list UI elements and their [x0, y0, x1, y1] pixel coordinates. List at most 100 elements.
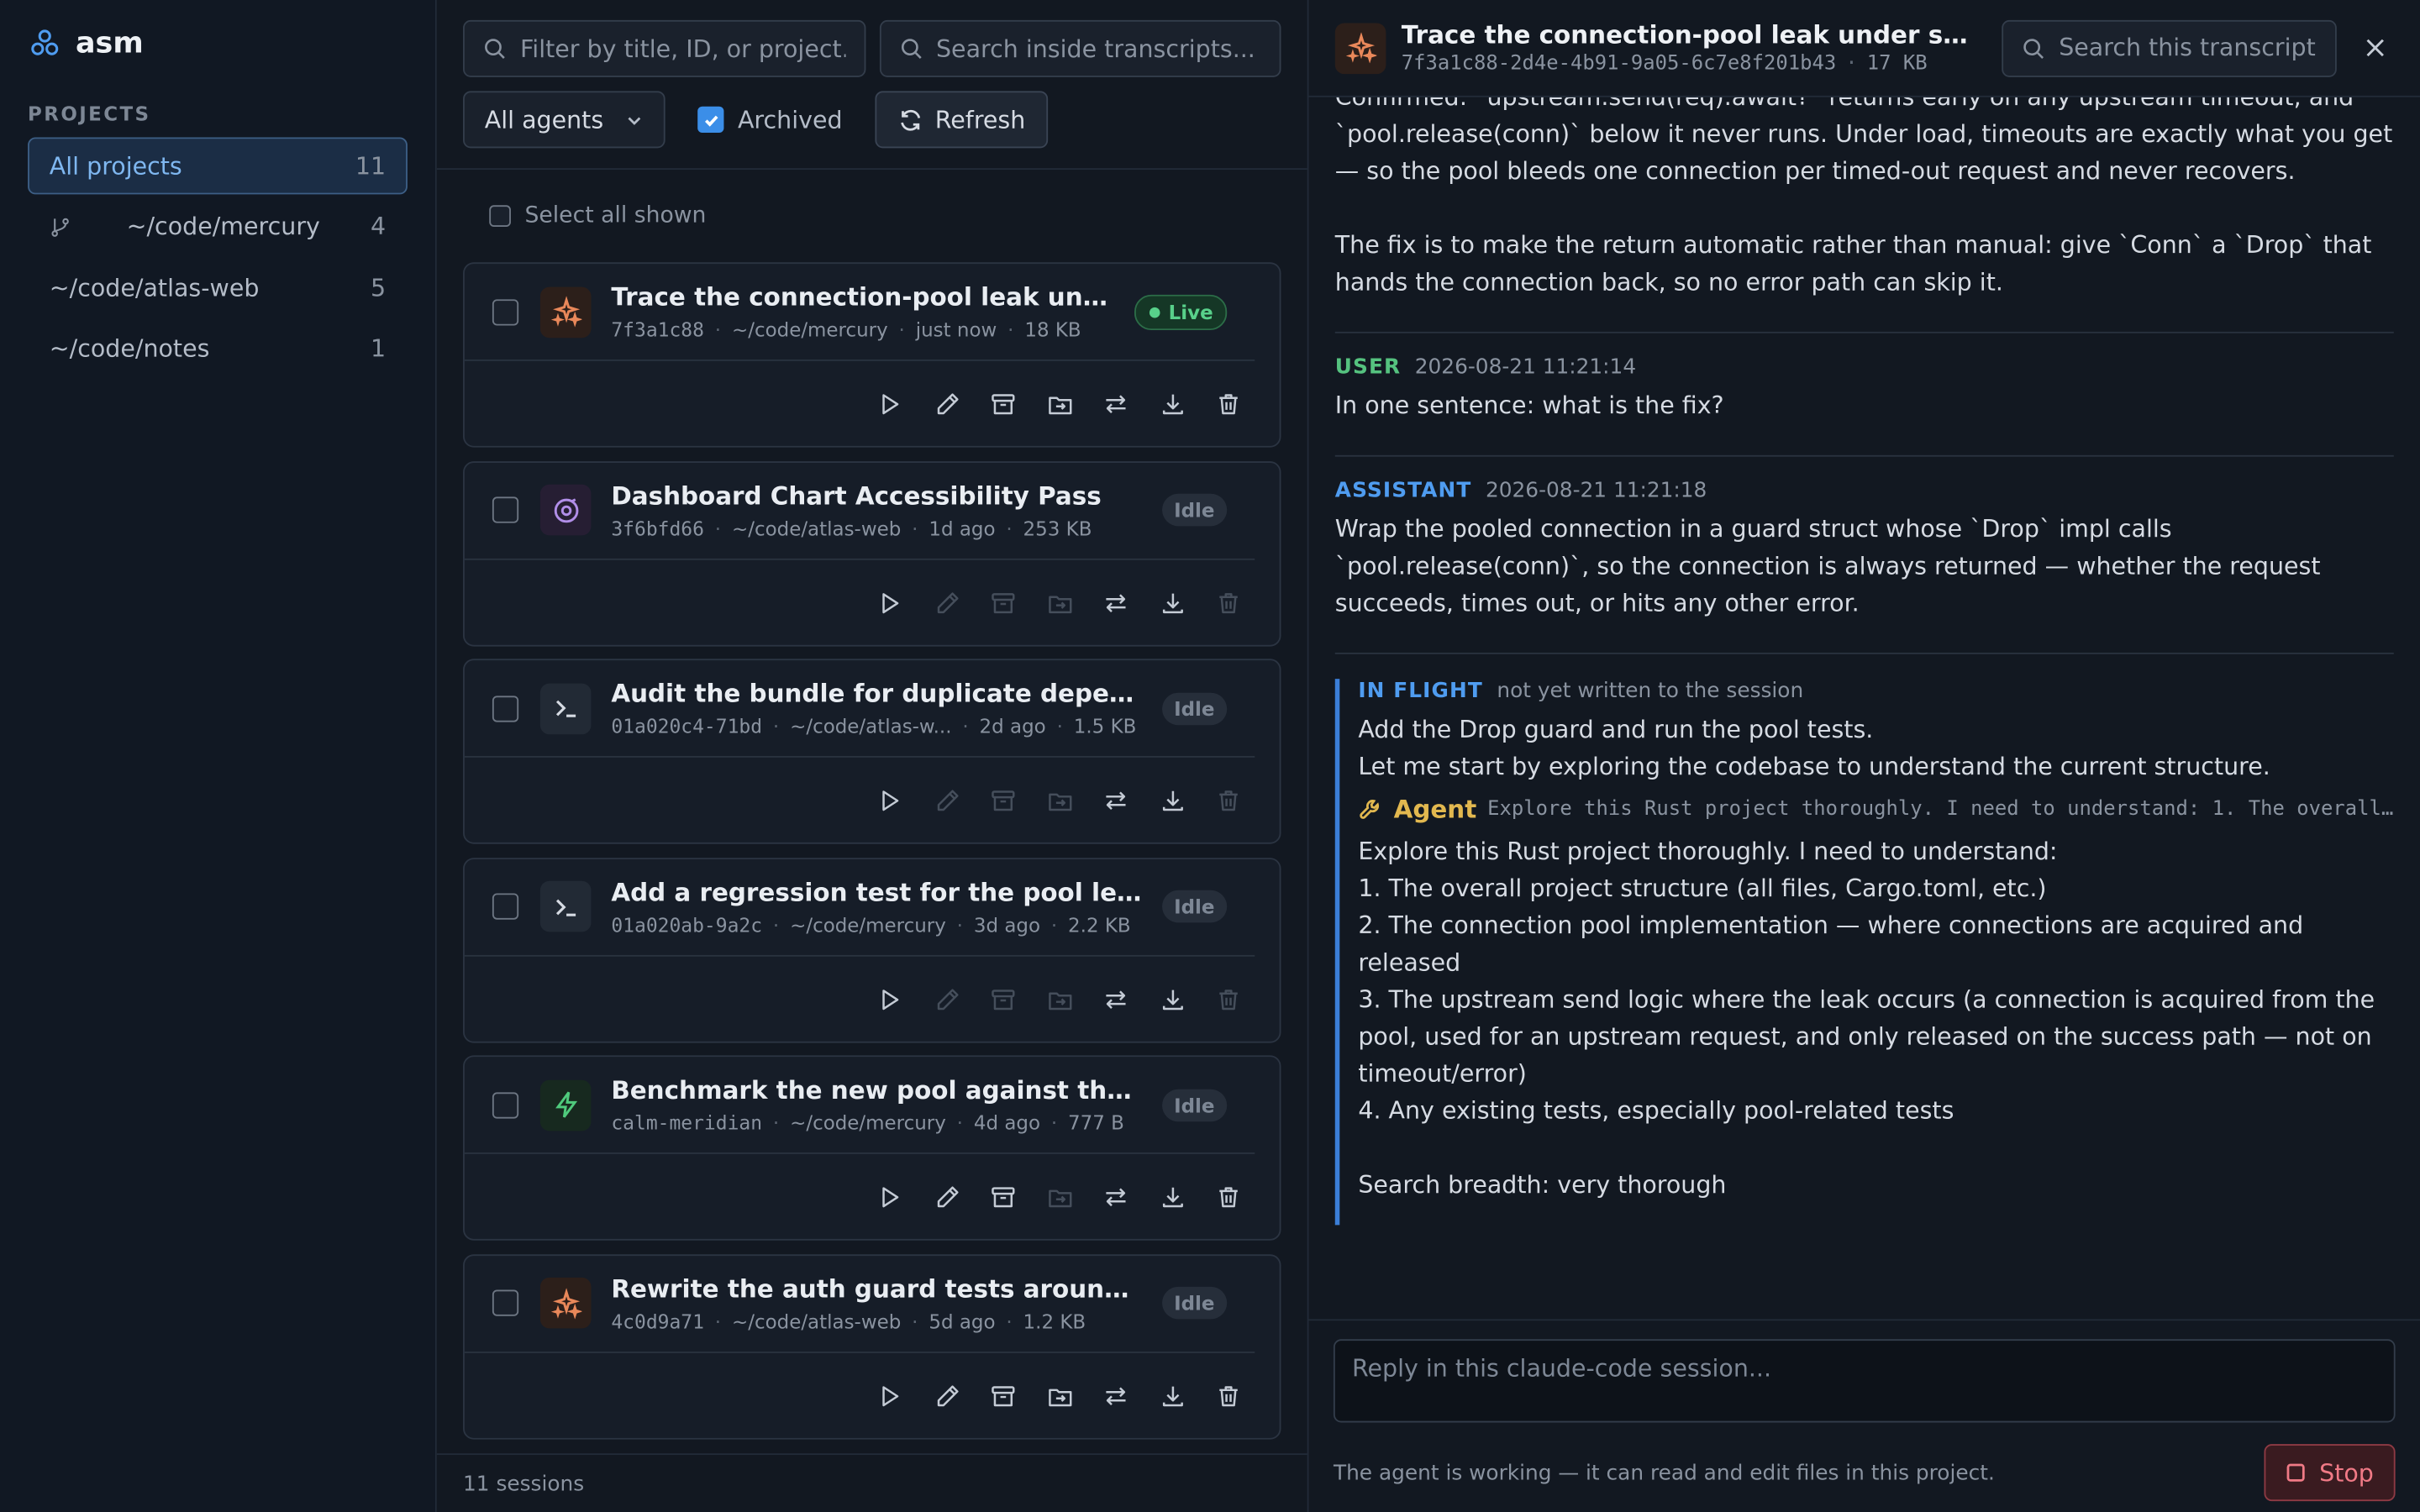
archive-icon[interactable] [989, 589, 1017, 617]
session-card[interactable]: Trace the connection-pool leak under sus… [463, 262, 1281, 448]
session-checkbox[interactable] [492, 496, 519, 523]
delete-icon[interactable] [1215, 1184, 1243, 1211]
convert-icon[interactable] [1102, 391, 1129, 418]
session-card[interactable]: Benchmark the new pool against the old o… [463, 1055, 1281, 1241]
session-checkbox[interactable] [492, 1091, 519, 1118]
tool-call[interactable]: Agent Explore this Rust project thorough… [1358, 795, 2394, 824]
refresh-button[interactable]: Refresh [875, 91, 1049, 149]
transcript-find-input[interactable] [2059, 34, 2317, 62]
project-count: 11 [355, 151, 387, 180]
transcript-search-input[interactable] [935, 34, 1261, 63]
list-footer: 11 sessions [436, 1453, 1307, 1512]
session-checkbox[interactable] [492, 893, 519, 920]
session-title[interactable]: Audit the bundle for duplicate dependenc… [611, 679, 1146, 708]
resume-icon[interactable] [876, 391, 904, 418]
resume-icon[interactable] [876, 1184, 904, 1211]
archive-icon[interactable] [989, 985, 1017, 1013]
download-icon[interactable] [1158, 787, 1186, 815]
session-id: 7f3a1c88 [611, 318, 704, 341]
rename-icon[interactable] [933, 985, 960, 1013]
session-card[interactable]: Add a regression test for the pool leak … [463, 857, 1281, 1042]
session-title[interactable]: Rewrite the auth guard tests around the … [611, 1273, 1146, 1303]
project-count: 5 [371, 274, 387, 302]
archive-icon[interactable] [989, 1382, 1017, 1410]
project-item-atlas-web[interactable]: ~/code/atlas-web 5 [28, 260, 408, 317]
project-item-mercury[interactable]: ~/code/mercury 4 [28, 198, 408, 255]
in-flight-label: IN FLIGHT [1358, 679, 1483, 704]
session-card[interactable]: Dashboard Chart Accessibility Pass 3f6bf… [463, 460, 1281, 646]
session-checkbox[interactable] [492, 1289, 519, 1316]
download-icon[interactable] [1158, 1184, 1186, 1211]
session-checkbox[interactable] [492, 695, 519, 722]
select-all[interactable]: Select all shown [437, 170, 1307, 262]
move-icon[interactable] [1045, 391, 1073, 418]
delete-icon[interactable] [1215, 391, 1243, 418]
session-card[interactable]: Rewrite the auth guard tests around the … [463, 1253, 1281, 1439]
session-title[interactable]: Trace the connection-pool leak under sus… [611, 282, 1119, 312]
move-icon[interactable] [1045, 787, 1073, 815]
claude-agent-icon [539, 1277, 592, 1329]
in-flight-line: Let me start by exploring the codebase t… [1358, 753, 2270, 781]
transcript-search [879, 19, 1281, 77]
tool-body-line: Explore this Rust project thoroughly. I … [1358, 837, 2058, 866]
message-paragraph: The fix is to make the return automatic … [1334, 231, 2372, 297]
search-icon [485, 39, 505, 59]
convert-icon[interactable] [1102, 1382, 1129, 1410]
rename-icon[interactable] [933, 391, 960, 418]
rename-icon[interactable] [933, 1184, 960, 1211]
filter-input[interactable] [519, 34, 845, 63]
close-icon[interactable] [2360, 33, 2391, 64]
session-title[interactable]: Benchmark the new pool against the old o… [611, 1075, 1146, 1105]
session-id: 4c0d9a71 [611, 1309, 704, 1333]
archived-toggle[interactable]: Archived [697, 106, 843, 134]
session-id: 3f6bfd66 [611, 516, 704, 539]
delete-icon[interactable] [1215, 787, 1243, 815]
resume-icon[interactable] [876, 985, 904, 1013]
move-icon[interactable] [1045, 985, 1073, 1013]
convert-icon[interactable] [1102, 985, 1129, 1013]
download-icon[interactable] [1158, 985, 1186, 1013]
session-title[interactable]: Dashboard Chart Accessibility Pass [611, 480, 1146, 510]
search-icon [901, 39, 921, 59]
assistant-message: Wrap the pooled connection in a guard st… [1334, 515, 2321, 617]
download-icon[interactable] [1158, 1382, 1186, 1410]
agent-select[interactable]: All agents [463, 91, 666, 149]
user-message-header: USER 2026-08-21 11:21:14 [1335, 354, 2394, 379]
resume-icon[interactable] [876, 1382, 904, 1410]
download-icon[interactable] [1158, 391, 1186, 418]
session-title[interactable]: Add a regression test for the pool leak [611, 877, 1146, 906]
archive-icon[interactable] [989, 1184, 1017, 1211]
session-id: calm-meridian [611, 1110, 763, 1135]
archive-icon[interactable] [989, 787, 1017, 815]
session-card[interactable]: Audit the bundle for duplicate dependenc… [463, 659, 1281, 844]
reply-input[interactable] [1333, 1339, 2396, 1423]
project-item-notes[interactable]: ~/code/notes 1 [28, 320, 408, 377]
archive-icon[interactable] [989, 391, 1017, 418]
archived-checkbox[interactable] [697, 106, 724, 133]
move-icon[interactable] [1045, 1382, 1073, 1410]
move-icon[interactable] [1045, 1184, 1073, 1211]
delete-icon[interactable] [1215, 985, 1243, 1013]
convert-icon[interactable] [1102, 589, 1129, 617]
move-icon[interactable] [1045, 589, 1073, 617]
resume-icon[interactable] [876, 589, 904, 617]
rename-icon[interactable] [933, 589, 960, 617]
session-checkbox[interactable] [492, 298, 519, 325]
download-icon[interactable] [1158, 589, 1186, 617]
transcript-scroll[interactable]: Confirmed: `upstream.send(req).await?` r… [1309, 97, 2420, 1320]
tool-body-line: 3. The upstream send logic where the lea… [1358, 985, 2375, 1088]
delete-icon[interactable] [1215, 1382, 1243, 1410]
resume-icon[interactable] [876, 787, 904, 815]
project-item-all[interactable]: All projects 11 [28, 137, 408, 195]
convert-icon[interactable] [1102, 787, 1129, 815]
stop-button[interactable]: Stop [2264, 1444, 2396, 1502]
brand: asm [28, 0, 408, 87]
tool-body-line: 1. The overall project structure (all fi… [1358, 874, 2047, 903]
rename-icon[interactable] [933, 1382, 960, 1410]
rename-icon[interactable] [933, 787, 960, 815]
delete-icon[interactable] [1215, 589, 1243, 617]
session-size: 1.2 KB [1023, 1309, 1086, 1333]
agent-select-value: All agents [484, 105, 604, 134]
select-all-checkbox[interactable] [489, 205, 511, 228]
convert-icon[interactable] [1102, 1184, 1129, 1211]
